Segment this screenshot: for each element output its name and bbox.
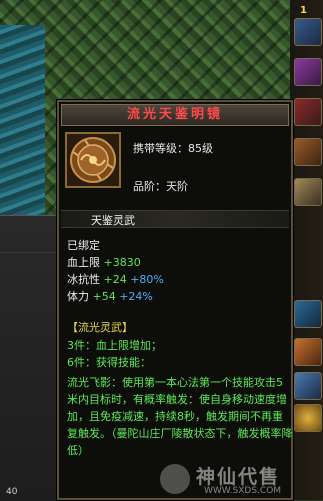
stat-value: +3830 (103, 256, 141, 269)
grade-value: 天阶 (166, 180, 188, 193)
stat-name: 血上限 (67, 256, 100, 269)
item-name: 流光天鉴明镜 (126, 107, 223, 122)
stat-row: 体力 +54 +24% (67, 289, 153, 305)
coin-icon[interactable] (294, 404, 322, 432)
skill-description: 流光飞影：使用第一本心法第一个技能攻击5米内目标时，有概率触发：使自身移动速度增… (67, 376, 293, 457)
item-mirror-icon (65, 132, 121, 188)
stat-name: 冰抗性 (67, 273, 100, 286)
left-side-panel: 40 (0, 215, 61, 501)
skill-slot-1[interactable] (294, 18, 322, 46)
requirement-value: 85级 (188, 142, 213, 155)
panel-divider (0, 252, 60, 253)
item-slot-1[interactable] (294, 300, 322, 328)
stat-name: 体力 (67, 290, 89, 303)
set-bonus-line: 6件：获得技能： (67, 356, 151, 369)
skill-slot-2[interactable] (294, 58, 322, 86)
skill-slot-5[interactable] (294, 178, 322, 206)
skill-slot-3[interactable] (294, 98, 322, 126)
stat-bonus: +80% (130, 273, 164, 286)
skill-slot-4[interactable] (294, 138, 322, 166)
item-category: 天鉴灵武 (91, 214, 135, 227)
stat-value: +24 (103, 273, 127, 286)
background-scene-water (0, 25, 45, 215)
left-panel-tab[interactable]: 40 (6, 487, 46, 499)
bound-status: 已绑定 (67, 239, 100, 252)
hud-ticker: 1 (300, 5, 307, 16)
item-slot-2[interactable] (294, 338, 322, 366)
requirement-line: 携带等级：85级 (133, 140, 213, 156)
stat-value: +54 (92, 290, 116, 303)
set-title: 【流光灵武】 (67, 321, 133, 334)
grade-line: 品阶：天阶 (133, 178, 188, 194)
item-tooltip: 流光天鉴明镜 携带等级：85级 品阶：天阶 天鉴灵武 已绑定 血上限 +3830… (57, 100, 293, 500)
stat-bonus: +24% (119, 290, 153, 303)
requirement-label: 携带等级： (133, 142, 188, 155)
item-slot-3[interactable] (294, 372, 322, 400)
stat-row: 血上限 +3830 (67, 255, 141, 271)
grade-label: 品阶： (133, 180, 166, 193)
set-bonus-line: 3件：血上限增加； (67, 339, 162, 352)
item-category-bar: 天鉴灵武 (61, 210, 289, 228)
stat-row: 冰抗性 +24 +80% (67, 272, 164, 288)
tooltip-title-bar: 流光天鉴明镜 (61, 104, 289, 126)
